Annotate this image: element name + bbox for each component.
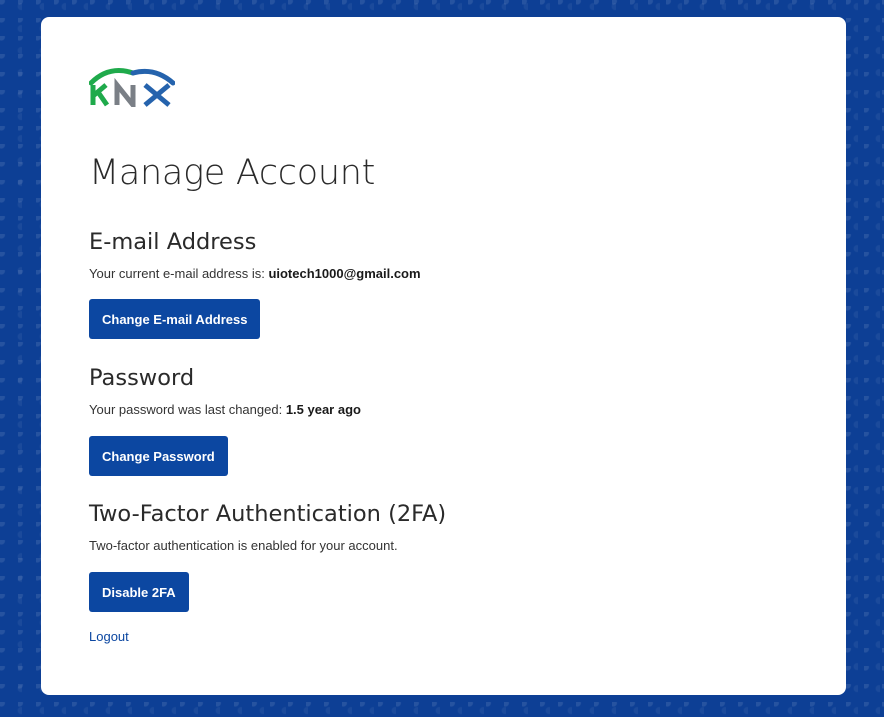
twofa-section-heading: Two-Factor Authentication (2FA)	[89, 501, 447, 527]
email-description-prefix: Your current e-mail address is:	[89, 266, 269, 281]
change-email-button[interactable]: Change E-mail Address	[89, 299, 261, 339]
page-title: Manage Account	[89, 153, 376, 193]
knx-logo-graphic	[88, 68, 176, 113]
password-section-heading: Password	[89, 365, 195, 391]
manage-account-card: Manage Account E-mail Address Your curre…	[41, 17, 846, 695]
knx-logo	[88, 67, 176, 113]
logout-link[interactable]: Logout	[89, 629, 129, 644]
disable-2fa-button[interactable]: Disable 2FA	[89, 572, 189, 612]
email-description: Your current e-mail address is: uiotech1…	[89, 266, 421, 281]
email-section-heading: E-mail Address	[89, 229, 257, 255]
change-password-button[interactable]: Change Password	[89, 436, 228, 476]
password-description: Your password was last changed: 1.5 year…	[89, 402, 361, 417]
twofa-description: Two-factor authentication is enabled for…	[89, 538, 398, 553]
current-email: uiotech1000@gmail.com	[268, 266, 421, 281]
password-last-changed: 1.5 year ago	[285, 402, 361, 417]
password-description-prefix: Your password was last changed:	[89, 402, 286, 417]
